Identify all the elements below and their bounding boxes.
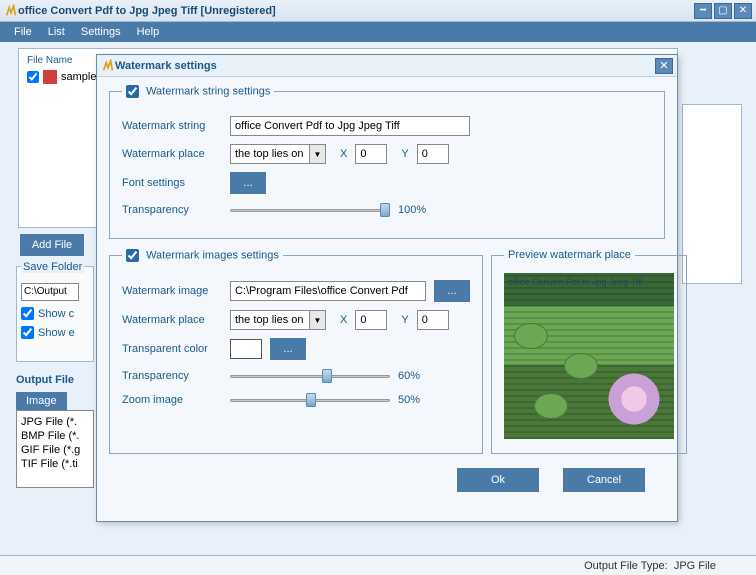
zoom-image-value: 50%: [398, 394, 434, 406]
image-y-input[interactable]: [417, 310, 449, 330]
output-file-label: Output File: [16, 374, 96, 386]
show-c-checkbox[interactable]: [21, 307, 34, 320]
string-settings-legend[interactable]: Watermark string settings: [122, 85, 274, 98]
image-settings-checkbox[interactable]: [126, 249, 139, 262]
watermark-image-label: Watermark image: [122, 285, 222, 297]
watermark-string-label: Watermark string: [122, 120, 222, 132]
statusbar: Output File Type: JPG File: [0, 555, 756, 575]
right-panel: [682, 104, 742, 284]
image-x-input[interactable]: [355, 310, 387, 330]
watermark-image-input[interactable]: [230, 281, 426, 301]
filetype-gif[interactable]: GIF File (*.g: [21, 443, 89, 457]
menu-file[interactable]: File: [6, 24, 40, 40]
watermark-image-place-label: Watermark place: [122, 314, 222, 326]
close-button[interactable]: ✕: [734, 3, 752, 19]
ok-button[interactable]: Ok: [457, 468, 539, 492]
transparent-color-label: Transparent color: [122, 343, 222, 355]
preview-fieldset: Preview watermark place office Convert P…: [491, 249, 687, 454]
string-y-label: Y: [401, 148, 408, 160]
image-x-label: X: [340, 314, 347, 326]
tab-image[interactable]: Image: [16, 392, 67, 410]
menubar: File List Settings Help: [0, 22, 756, 42]
image-y-label: Y: [401, 314, 408, 326]
save-folder-path[interactable]: C:\Output: [21, 283, 79, 301]
minimize-button[interactable]: ━: [694, 3, 712, 19]
image-settings-legend[interactable]: Watermark images settings: [122, 249, 283, 262]
watermark-dialog: Watermark settings ✕ Watermark string se…: [96, 54, 678, 522]
menu-help[interactable]: Help: [129, 24, 168, 40]
watermark-string-place-label: Watermark place: [122, 148, 222, 160]
string-transparency-value: 100%: [398, 204, 434, 216]
output-panel: Output File Image JPG File (*. BMP File …: [16, 374, 96, 488]
preview-overlay-text: office Convert Pdf to Jpg Jpeg Tiff: [508, 277, 670, 287]
cancel-button[interactable]: Cancel: [563, 468, 645, 492]
font-settings-label: Font settings: [122, 177, 222, 189]
string-transparency-slider[interactable]: [230, 202, 390, 218]
main-titlebar: office Convert Pdf to Jpg Jpeg Tiff [Unr…: [0, 0, 756, 22]
show-c-label: Show c: [38, 308, 74, 320]
string-settings-checkbox[interactable]: [126, 85, 139, 98]
string-settings-legend-text: Watermark string settings: [146, 85, 270, 97]
string-x-input[interactable]: [355, 144, 387, 164]
dialog-titlebar[interactable]: Watermark settings ✕: [97, 55, 677, 77]
string-settings-fieldset: Watermark string settings Watermark stri…: [109, 85, 665, 239]
image-settings-fieldset: Watermark images settings Watermark imag…: [109, 249, 483, 454]
filetype-bmp[interactable]: BMP File (*.: [21, 429, 89, 443]
file-row-checkbox[interactable]: [27, 71, 39, 83]
add-file-button[interactable]: Add File: [20, 234, 84, 256]
window-title: office Convert Pdf to Jpg Jpeg Tiff [Unr…: [18, 5, 694, 17]
maximize-button[interactable]: ▢: [714, 3, 732, 19]
dialog-close-button[interactable]: ✕: [655, 58, 673, 74]
menu-settings[interactable]: Settings: [73, 24, 129, 40]
filetype-tif[interactable]: TIF File (*.ti: [21, 457, 89, 471]
watermark-string-place-dropdown[interactable]: ▼: [310, 144, 326, 164]
dialog-icon: [101, 59, 115, 73]
string-transparency-label: Transparency: [122, 204, 222, 216]
preview-image: office Convert Pdf to Jpg Jpeg Tiff: [504, 273, 674, 439]
status-output-type-label: Output File Type:: [584, 560, 668, 572]
transparent-color-button[interactable]: ...: [270, 338, 306, 360]
save-folder-panel: Save Folder C:\Output Show c Show e: [16, 266, 94, 362]
transparent-color-swatch[interactable]: [230, 339, 262, 359]
show-e-label: Show e: [38, 327, 75, 339]
preview-legend: Preview watermark place: [504, 249, 635, 261]
watermark-string-input[interactable]: [230, 116, 470, 136]
font-settings-button[interactable]: ...: [230, 172, 266, 194]
string-y-input[interactable]: [417, 144, 449, 164]
flower-icon: [604, 369, 664, 429]
watermark-image-place-combo[interactable]: [230, 310, 310, 330]
filetype-list[interactable]: JPG File (*. BMP File (*. GIF File (*.g …: [16, 410, 94, 488]
pdf-icon: [43, 70, 57, 84]
menu-list[interactable]: List: [40, 24, 73, 40]
filetype-jpg[interactable]: JPG File (*.: [21, 415, 89, 429]
string-x-label: X: [340, 148, 347, 160]
dialog-title: Watermark settings: [115, 60, 655, 72]
image-transparency-label: Transparency: [122, 370, 222, 382]
watermark-image-browse-button[interactable]: ...: [434, 280, 470, 302]
status-output-type-value: JPG File: [674, 560, 716, 572]
image-settings-legend-text: Watermark images settings: [146, 249, 279, 261]
zoom-image-label: Zoom image: [122, 394, 222, 406]
watermark-string-place-combo[interactable]: [230, 144, 310, 164]
file-row-name: sample: [61, 71, 96, 83]
save-folder-legend: Save Folder: [21, 261, 84, 273]
image-transparency-slider[interactable]: [230, 368, 390, 384]
image-transparency-value: 60%: [398, 370, 434, 382]
zoom-image-slider[interactable]: [230, 392, 390, 408]
watermark-image-place-dropdown[interactable]: ▼: [310, 310, 326, 330]
app-icon: [4, 4, 18, 18]
show-e-checkbox[interactable]: [21, 326, 34, 339]
